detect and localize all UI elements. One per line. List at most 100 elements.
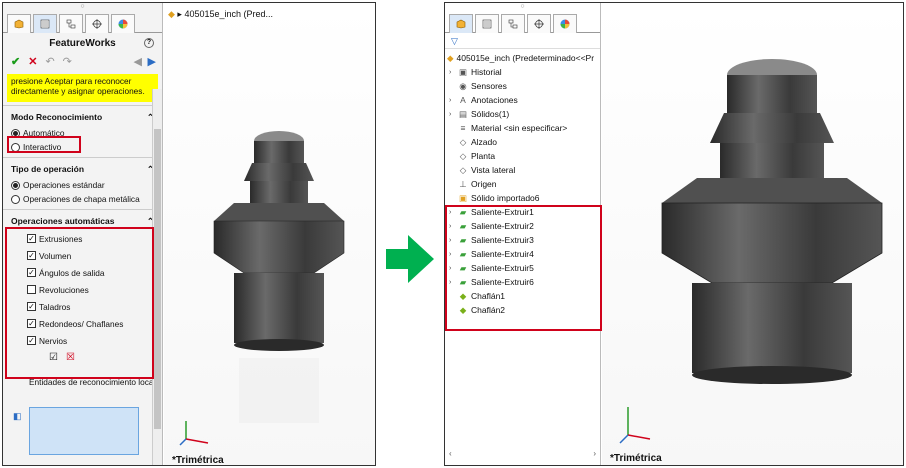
divider	[3, 105, 162, 106]
tree-item[interactable]: › ▤ Sólidos(1)	[445, 107, 600, 121]
graphics-area[interactable]: ◆ ▸ 405015e_inch (Pred... *Trimétrica	[164, 3, 375, 465]
property-list-icon	[482, 19, 492, 29]
expand-arrow-icon[interactable]: ›	[449, 111, 455, 118]
forward-icon[interactable]: ▶	[148, 55, 156, 68]
tree-item[interactable]: ≡ Material <sin especificar>	[445, 121, 600, 135]
operation-type-heading: Tipo de operación	[11, 164, 85, 174]
display-manager-tab[interactable]	[111, 14, 135, 33]
part-model[interactable]	[194, 123, 364, 453]
scroll-thumb[interactable]	[154, 129, 161, 429]
property-list-icon	[40, 19, 50, 29]
highlight-features	[445, 205, 602, 331]
faces-icon: ◧	[13, 411, 22, 421]
radio-button[interactable]	[11, 180, 20, 190]
recognition-mode-heading: Modo Reconocimiento	[11, 112, 103, 122]
color-wheel-icon	[118, 19, 128, 29]
tree-item-label: Material <sin especificar>	[471, 123, 568, 133]
help-icon[interactable]: ?	[144, 38, 154, 48]
plane-icon: ◇	[459, 136, 467, 147]
radio-sheet-metal[interactable]: Operaciones de chapa metálica	[3, 192, 162, 206]
tree-item[interactable]: ◇ Vista lateral	[445, 163, 600, 177]
feature-manager-tab[interactable]	[7, 14, 31, 33]
panel-title: FeatureWorks?	[3, 38, 162, 49]
undo-icon[interactable]: ↶	[45, 55, 54, 68]
graphics-area[interactable]: *Trimétrica	[602, 3, 903, 465]
recognition-mode-header[interactable]: Modo Reconocimiento ⌃	[3, 109, 162, 126]
panel-grip[interactable]: ○	[3, 3, 162, 11]
view-orientation-label: *Trimétrica	[610, 453, 662, 464]
configuration-tab[interactable]	[59, 14, 83, 33]
annotation-icon: A	[460, 95, 466, 105]
document-name: 405015e_inch (Pred...	[184, 9, 274, 19]
tree-item-label: Alzado	[471, 137, 497, 147]
tree-item-label: Origen	[471, 179, 497, 189]
crosshair-icon	[534, 19, 544, 29]
auto-ops-heading: Operaciones automáticas	[11, 216, 115, 226]
back-icon[interactable]: ◀	[134, 55, 142, 68]
part-model[interactable]	[642, 53, 902, 393]
manager-tabs	[3, 11, 162, 33]
featureworks-window: ○ FeatureWorks? ✔ ✕ ↶ ↷ ◀ ▶ presione Ace…	[2, 2, 376, 466]
manager-tabs	[445, 11, 600, 33]
view-orientation-label: *Trimétrica	[172, 455, 224, 466]
radio-standard-ops[interactable]: Operaciones estándar	[3, 178, 162, 192]
tree-item-label: Anotaciones	[471, 95, 518, 105]
tree-item-label: Historial	[471, 67, 502, 77]
property-manager-tab[interactable]	[33, 14, 57, 33]
tree-item[interactable]: › ▣ Historial	[445, 65, 600, 79]
dimxpert-tab[interactable]	[85, 14, 109, 33]
feature-manager-tab[interactable]	[449, 14, 473, 33]
redo-icon[interactable]: ↷	[63, 55, 72, 68]
plane-icon: ◇	[459, 164, 467, 175]
cancel-icon[interactable]: ✕	[28, 55, 37, 68]
tree-item-label: Vista lateral	[471, 165, 516, 175]
folder-icon: ▣	[458, 66, 468, 77]
plane-icon: ◇	[459, 150, 467, 161]
local-entities-box[interactable]	[29, 407, 139, 455]
horizontal-scrollbar[interactable]: ‹ ›	[445, 449, 600, 459]
feature-tree-window: ○ ▽ ◆ 405015e_inch (Predeterminado<<Pr › ▣…	[444, 2, 904, 466]
highlight-auto-ops	[5, 227, 154, 379]
material-icon: ≡	[460, 123, 466, 133]
configuration-icon	[66, 19, 76, 29]
tree-item[interactable]: ◇ Alzado	[445, 135, 600, 149]
tree-list: › ▣ Historial ◉ Sensores › A Anotaciones › ▤ Sólid…	[445, 65, 600, 191]
dimxpert-tab[interactable]	[527, 14, 551, 33]
tree-item[interactable]: › A Anotaciones	[445, 93, 600, 107]
scroll-right-icon[interactable]: ›	[593, 449, 596, 459]
divider	[3, 209, 162, 210]
expand-arrow-icon[interactable]: ›	[449, 69, 455, 76]
operation-type-header[interactable]: Tipo de operación ⌃	[3, 161, 162, 178]
filter-icon[interactable]: ▽	[451, 36, 458, 46]
root-label: 405015e_inch (Predeterminado<<Pr	[456, 53, 595, 63]
triad-icon	[619, 407, 651, 444]
property-manager-tab[interactable]	[475, 14, 499, 33]
sensor-icon: ◉	[459, 80, 467, 91]
origin-icon: ⊥	[459, 178, 467, 189]
triad-icon	[179, 421, 209, 446]
tree-item[interactable]: ▣ Sólido importado6	[445, 191, 600, 205]
panel-title-text: FeatureWorks	[49, 38, 116, 49]
highlight-recognition-mode	[7, 136, 81, 153]
radio-button[interactable]	[11, 194, 20, 204]
panel-grip[interactable]: ○	[445, 3, 600, 11]
import-icon: ▣	[458, 192, 468, 203]
tree-item-label: Sólido importado6	[471, 193, 540, 203]
tree-item[interactable]: ◉ Sensores	[445, 79, 600, 93]
configuration-tab[interactable]	[501, 14, 525, 33]
feature-tree-icon	[14, 19, 24, 29]
expand-arrow-icon[interactable]: ›	[449, 97, 455, 104]
color-wheel-icon	[560, 19, 570, 29]
filter-bar[interactable]: ▽	[445, 33, 600, 49]
display-manager-tab[interactable]	[553, 14, 577, 33]
instruction-note: presione Aceptar para reconocer directam…	[7, 74, 158, 102]
action-bar: ✔ ✕ ↶ ↷ ◀ ▶	[3, 49, 162, 74]
tree-root[interactable]: ◆ 405015e_inch (Predeterminado<<Pr	[445, 51, 600, 65]
ok-icon[interactable]: ✔	[11, 55, 20, 68]
part-icon: ◆	[168, 9, 175, 19]
document-header[interactable]: ◆ ▸ 405015e_inch (Pred...	[168, 9, 273, 20]
radio-label: Operaciones estándar	[23, 180, 105, 190]
tree-item[interactable]: ◇ Planta	[445, 149, 600, 163]
scroll-left-icon[interactable]: ‹	[449, 449, 452, 459]
tree-item[interactable]: ⊥ Origen	[445, 177, 600, 191]
